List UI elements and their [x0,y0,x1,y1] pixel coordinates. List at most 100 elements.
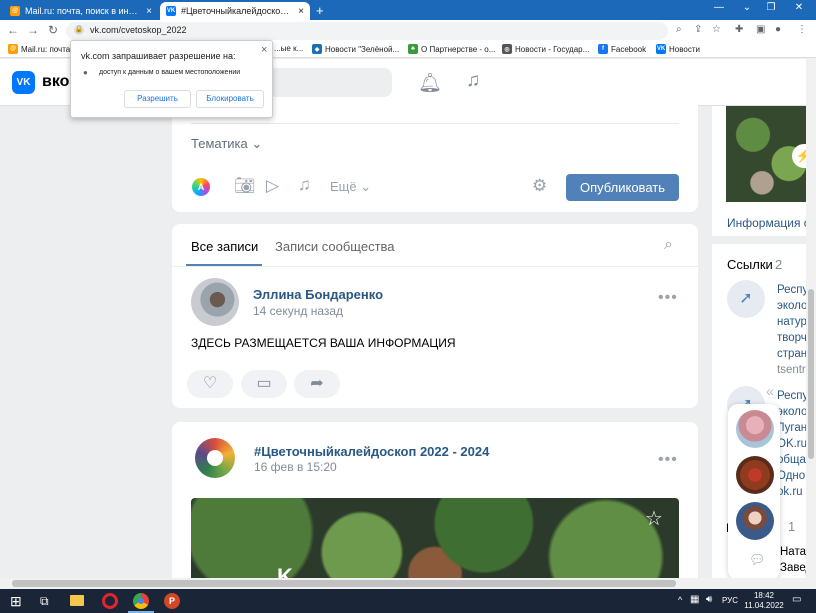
share-icon[interactable]: ➦ [294,370,340,398]
task-view-icon[interactable]: ⧉ [40,594,49,609]
reload-icon[interactable]: ↻ [46,23,60,37]
bookmark-label: ...ые к... [274,44,304,53]
bookmark-item[interactable]: ◆ Новости "Зелёной... [312,44,399,54]
publish-button[interactable]: Опубликовать [566,174,679,201]
chat-avatar[interactable] [736,410,774,448]
post-time[interactable]: 14 секунд назад [253,304,343,318]
url-text[interactable]: vk.com/cvetoskop_2022 [90,25,187,35]
more-button[interactable]: Ещё ⌄ [330,179,371,195]
notifications-icon[interactable]: ▭ [792,594,801,605]
windows-start-icon[interactable]: ⊞ [10,593,22,610]
vk-icon: VK [656,44,666,54]
star-icon[interactable]: ☆ [712,24,721,35]
lock-icon[interactable]: 🔒 [74,25,84,35]
post-image[interactable]: K... ☆ [191,498,679,582]
bookmark-label: Facebook [611,44,647,54]
close-window-icon[interactable]: ✕ [786,2,812,13]
bell-icon[interactable]: 🔔︎ [418,71,442,95]
block-button[interactable]: Блокировать [196,90,264,108]
post-time[interactable]: 16 фев в 15:20 [254,460,337,474]
clock-time: 18:42 [753,591,775,600]
powerpoint-icon[interactable]: P [164,593,180,609]
scroll-thumb[interactable] [808,289,814,459]
chat-bubble-icon[interactable]: 💬︎ [749,552,766,568]
star-icon[interactable]: ☆ [645,506,663,531]
leaf-icon: ♣ [408,44,418,54]
more-options-icon[interactable]: ••• [658,451,678,469]
browser-tab-mailru[interactable]: @ Mail.ru: почта, поиск в интерне × [4,2,158,20]
bookmark-label: Новости "Зелёной... [325,44,400,54]
comment-icon[interactable]: ▭ [241,370,287,398]
language-indicator[interactable]: РУС [722,596,738,605]
new-tab-button[interactable]: + [316,3,324,18]
sidepanel-icon[interactable]: ▣ [756,24,765,35]
chevron-down-icon[interactable]: ⌄ [734,2,760,13]
close-tab-icon[interactable]: × [146,6,152,17]
link-arrow-icon[interactable]: ➚ [727,280,765,318]
gear-icon[interactable]: ⚙ [532,176,547,196]
topic-selector[interactable]: Тематика ⌄ [191,136,262,152]
volume-icon[interactable]: 🔊︎ [706,594,712,605]
links-title[interactable]: Ссылки [727,257,773,272]
search-icon[interactable]: ⌕ [664,236,673,254]
more-options-icon[interactable]: ••• [658,289,678,307]
music-icon[interactable]: ♫ [298,175,311,195]
chrome-center [138,598,144,604]
bookmark-item[interactable]: ♣ О Партнерстве - о... [408,44,495,54]
feed-tabs: Все записи Записи сообщества ⌕ [172,224,698,266]
share-icon[interactable]: ⇪ [694,24,702,35]
like-icon[interactable]: ♡ [187,370,233,398]
link-2[interactable]: Респу эколо Луган OK.ru общаl Одно ok.ru [777,388,808,500]
bookmark-item[interactable]: f Facebook [598,44,646,54]
link-line: эколо [777,406,808,418]
forward-icon[interactable]: → [26,23,40,37]
link-line: эколо [777,300,808,312]
permission-popup: vk.com запрашивает разрешение на: × ● до… [70,40,273,118]
file-explorer-icon[interactable] [70,595,84,606]
vertical-scrollbar[interactable] [806,59,816,578]
bookmark-item[interactable]: VK Новости [656,44,700,54]
bookmark-item[interactable]: ◎ Новости - Государ... [502,44,589,54]
close-icon[interactable]: × [261,44,267,56]
menu-icon[interactable]: ⋮ [797,24,807,35]
link-domain: tsentr [777,364,806,376]
tab-title: #Цветочныйкалейдоскоп 2022 [181,6,293,16]
clock[interactable]: 18:42 11.04.2022 [744,591,784,611]
tab-community-posts[interactable]: Записи сообщества [275,239,395,254]
vk-name[interactable]: вко [42,73,69,91]
search-input[interactable] [262,68,392,97]
post-author[interactable]: #Цветочныйкалейдоскоп 2022 - 2024 [254,444,489,459]
allow-button[interactable]: Разрешить [124,90,191,108]
restore-icon[interactable]: ❐ [758,2,784,13]
network-icon[interactable]: ▦ [690,594,699,605]
avatar[interactable] [195,438,235,478]
post-author[interactable]: Эллина Бондаренко [253,287,383,302]
art-icon[interactable]: A [192,178,210,196]
scroll-thumb[interactable] [12,580,676,587]
horizontal-scrollbar[interactable] [0,578,816,589]
link-1[interactable]: Респу эколо натур творч стран tsentr [777,282,808,378]
collapse-badge[interactable]: « [766,383,774,399]
avatar[interactable] [191,278,239,326]
camera-icon[interactable]: 📷︎ [234,176,256,196]
tray-chevron-icon[interactable]: ^ [678,595,682,605]
extensions-icon[interactable]: ✚ [735,24,743,35]
chrome-icon[interactable] [133,593,149,609]
mailru-icon: @ [8,44,18,54]
bookmark-item[interactable]: @ Mail.ru: почта [8,44,70,54]
browser-tab-vk[interactable]: VK #Цветочныйкалейдоскоп 2022 × [160,2,310,20]
search-icon[interactable]: ⌕ [676,24,682,35]
close-tab-icon[interactable]: × [298,6,304,17]
tab-all-posts[interactable]: Все записи [191,239,258,254]
profile-icon[interactable]: ● [775,24,781,35]
back-icon[interactable]: ← [6,23,20,37]
music-icon[interactable]: ♫ [466,70,480,92]
chat-avatar[interactable] [736,502,774,540]
opera-icon[interactable] [102,593,118,609]
sidebar-info-link[interactable]: Информация о [727,216,810,230]
video-icon[interactable]: ▷ [266,176,279,196]
minimize-icon[interactable]: — [706,2,732,13]
bookmark-item[interactable]: ...ые к... [274,44,303,53]
chat-avatar[interactable] [736,456,774,494]
vk-logo[interactable]: VK [12,71,35,94]
